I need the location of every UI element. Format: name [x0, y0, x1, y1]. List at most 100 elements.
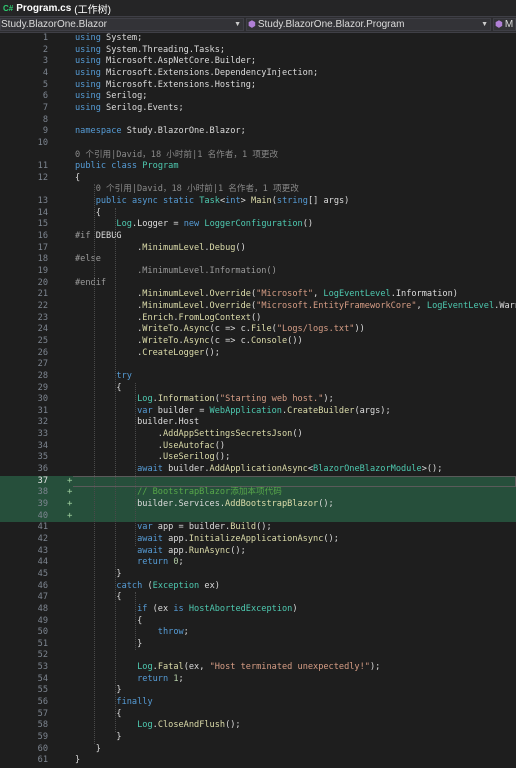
code-line[interactable]: 27 — [0, 359, 516, 371]
code-line[interactable]: 41 var app = builder.Build(); — [0, 522, 516, 534]
class-dropdown-value: Study.BlazorOne.Blazor.Program — [257, 19, 405, 30]
code-line[interactable]: 16 #if DEBUG — [0, 231, 516, 243]
code-line[interactable]: 49 { — [0, 616, 516, 628]
code-line[interactable]: 25 .WriteTo.Async(c => c.Console()) — [0, 336, 516, 348]
code-line[interactable]: 7 using Serilog.Events; — [0, 103, 516, 115]
code-token: } — [75, 638, 143, 649]
code-line[interactable]: 21 .MinimumLevel.Override("Microsoft", L… — [0, 289, 516, 301]
line-number: 29 — [37, 382, 48, 393]
code-line[interactable]: 22 .MinimumLevel.Override("Microsoft.Ent… — [0, 301, 516, 313]
code-line[interactable]: 56 finally — [0, 697, 516, 709]
code-line[interactable]: 55 } — [0, 685, 516, 697]
code-line[interactable]: 29 { — [0, 383, 516, 395]
code-token: MinimumLevel — [142, 300, 205, 311]
line-number: 25 — [37, 335, 48, 346]
code-line[interactable]: 8 — [0, 115, 516, 127]
code-line[interactable]: 13 public async static Task<int> Main(st… — [0, 196, 516, 208]
code-line[interactable]: 46 catch (Exception ex) — [0, 581, 516, 593]
code-line[interactable]: 30 Log.Information("Starting web host.")… — [0, 394, 516, 406]
line-number: 55 — [37, 685, 48, 696]
code-token: . — [75, 312, 143, 323]
code-text: .MinimumLevel.Override("Microsoft", LogE… — [75, 289, 458, 301]
code-line[interactable]: 52 — [0, 650, 516, 662]
code-line[interactable]: 20 #endif — [0, 278, 516, 290]
code-token: . — [75, 347, 143, 358]
code-line[interactable]: 5 using Microsoft.Extensions.Hosting; — [0, 80, 516, 92]
code-line[interactable]: 35 .UseSerilog(); — [0, 452, 516, 464]
code-text: .AddAppSettingsSecretsJson() — [75, 429, 303, 441]
code-line[interactable]: 48 if (ex is HostAbortedException) — [0, 604, 516, 616]
code-line[interactable]: 26 .CreateLogger(); — [0, 348, 516, 360]
code-line[interactable]: 17 .MinimumLevel.Debug() — [0, 243, 516, 255]
code-line[interactable]: 54 return 1; — [0, 674, 516, 686]
code-line[interactable]: 38 + // BootstrapBlazor添加本项代码 — [0, 487, 516, 499]
code-line[interactable]: 18 #else — [0, 254, 516, 266]
code-line[interactable]: 57 { — [0, 709, 516, 721]
line-number: 49 — [37, 615, 48, 626]
code-line[interactable]: 24 .WriteTo.Async(c => c.File("Logs/logs… — [0, 324, 516, 336]
code-text: using Microsoft.Extensions.DependencyInj… — [75, 68, 318, 80]
code-token: () — [235, 242, 246, 253]
code-line[interactable]: 3 using Microsoft.AspNetCore.Builder; — [0, 56, 516, 68]
code-line[interactable]: 39 + builder.Services.AddBootstrapBlazor(… — [0, 499, 516, 511]
codelens-text[interactable]: 0 个引用|David，18 小时前|1 名作者，1 项更改 — [75, 150, 278, 162]
code-line[interactable]: 51 } — [0, 639, 516, 651]
code-line[interactable]: 44 return 0; — [0, 557, 516, 569]
code-line[interactable]: 50 throw; — [0, 627, 516, 639]
code-token: ); — [323, 394, 334, 405]
line-number: 32 — [37, 417, 48, 428]
code-line[interactable]: 15 Log.Logger = new LoggerConfiguration(… — [0, 219, 516, 231]
code-token: Log — [137, 662, 153, 673]
code-line[interactable]: 6 using Serilog; — [0, 91, 516, 103]
code-line[interactable]: 34 .UseAutofac() — [0, 441, 516, 453]
code-line[interactable]: 9 namespace Study.BlazorOne.Blazor; — [0, 126, 516, 138]
code-editor[interactable]: 1 using System; 2 using System.Threading.Ta… — [0, 33, 516, 768]
class-dropdown[interactable]: ⬢ Study.BlazorOne.Blazor.Program ▼ — [246, 18, 491, 31]
code-token: . — [75, 452, 163, 463]
code-line[interactable]: 47 { — [0, 592, 516, 604]
code-line[interactable]: 2 using System.Threading.Tasks; — [0, 45, 516, 57]
codelens-line[interactable]: 0 个引用|David，18 小时前|1 名作者，1 项更改 — [0, 150, 516, 162]
code-line[interactable]: 33 .AddAppSettingsSecretsJson() — [0, 429, 516, 441]
code-line[interactable]: 36 await builder.AddApplicationAsync<Bla… — [0, 464, 516, 476]
code-line[interactable]: 42 await app.InitializeApplicationAsync(… — [0, 534, 516, 546]
code-line[interactable]: 1 using System; — [0, 33, 516, 45]
code-token: HostAbortedException — [188, 603, 293, 614]
code-line[interactable]: 58 Log.CloseAndFlush(); — [0, 720, 516, 732]
document-tab[interactable]: C# Program.cs (工作树) — [0, 0, 516, 17]
code-line[interactable]: 60 } — [0, 744, 516, 756]
code-line[interactable]: 23 .Enrich.FromLogContext() — [0, 313, 516, 325]
code-line[interactable]: 10 — [0, 138, 516, 150]
code-line[interactable]: 28 try — [0, 371, 516, 383]
code-text: .MinimumLevel.Override("Microsoft.Entity… — [75, 301, 516, 313]
code-text: using Microsoft.Extensions.Hosting; — [75, 80, 256, 92]
code-line[interactable]: 14 { — [0, 208, 516, 220]
code-token: . — [75, 289, 143, 300]
code-line[interactable]: 4 using Microsoft.Extensions.DependencyIn… — [0, 68, 516, 80]
code-line[interactable]: 12 { — [0, 173, 516, 185]
code-line[interactable]: 31 var builder = WebApplication.CreateBu… — [0, 406, 516, 418]
codelens-text[interactable]: 0 个引用|David，18 小时前|1 名作者，1 项更改 — [75, 184, 299, 196]
code-token: Information — [157, 394, 215, 405]
code-line[interactable]: 19 .MinimumLevel.Information() — [0, 266, 516, 278]
code-token: RunAsync — [188, 545, 231, 556]
code-line[interactable]: 59 } — [0, 732, 516, 744]
codelens-line[interactable]: 0 个引用|David，18 小时前|1 名作者，1 项更改 — [0, 184, 516, 196]
code-line[interactable]: 32 builder.Host — [0, 417, 516, 429]
project-dropdown[interactable]: Study.BlazorOne.Blazor ▼ — [0, 18, 244, 31]
code-line[interactable]: 53 Log.Fatal(ex, "Host terminated unexpe… — [0, 662, 516, 674]
line-number: 5 — [42, 79, 48, 90]
code-line[interactable]: 43 await app.RunAsync(); — [0, 546, 516, 558]
member-dropdown[interactable]: ⬢ M — [493, 18, 516, 31]
code-line[interactable]: 11 public class Program — [0, 161, 516, 173]
code-token: ex) — [199, 580, 220, 591]
code-text: using Serilog; — [75, 91, 147, 103]
code-line[interactable]: 37 + — [0, 475, 516, 488]
code-line[interactable]: 61} — [0, 755, 516, 767]
code-token: ) — [292, 603, 298, 614]
code-line[interactable]: 40 + — [0, 510, 516, 523]
code-line[interactable]: 45 } — [0, 569, 516, 581]
code-token: "Logs/logs.txt" — [276, 324, 355, 335]
code-text: Log.Fatal(ex, "Host terminated unexpecte… — [75, 662, 380, 674]
